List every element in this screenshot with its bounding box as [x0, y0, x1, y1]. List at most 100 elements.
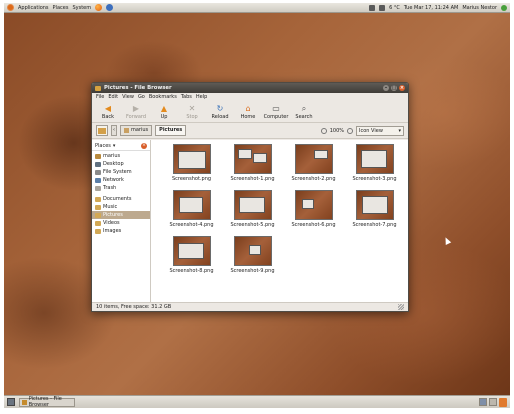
file-item[interactable]: Screenshot-7.png [344, 190, 405, 231]
folder-icon [95, 220, 101, 226]
sidebar-header[interactable]: Places ▾ × [92, 142, 150, 151]
trash-applet-icon[interactable] [499, 397, 507, 407]
reload-button[interactable]: ↻ Reload [207, 104, 233, 120]
menu-help[interactable]: Help [196, 94, 207, 100]
sidebar-item-images[interactable]: Images [92, 227, 150, 235]
menu-places[interactable]: Places [53, 5, 69, 11]
view-controls: 100% Icon View ▾ [320, 125, 404, 136]
image-thumbnail [172, 236, 211, 266]
computer-button[interactable]: ▭ Computer [263, 104, 289, 120]
location-bar: ‹ marius Pictures 100% Icon View ▾ [92, 123, 408, 139]
sidebar-header-label: Places [95, 143, 111, 149]
file-view[interactable]: Screenshot.png Screenshot-1.png Screenshot… [151, 140, 408, 302]
net-icon [95, 177, 101, 183]
bottom-panel: Pictures - File Browser [4, 395, 510, 408]
sidebar-item-file-system[interactable]: File System [92, 168, 150, 176]
help-launcher-icon[interactable] [106, 4, 114, 11]
file-name: Screenshot-8.png [169, 268, 214, 274]
forward-label: Forward [125, 113, 147, 120]
sidebar-item-desktop[interactable]: Desktop [92, 160, 150, 168]
close-button[interactable]: × [399, 85, 405, 91]
crumb-left-arrow[interactable]: ‹ [111, 125, 117, 136]
thumbnail-window [360, 150, 387, 168]
back-label: Back [101, 113, 115, 120]
file-item[interactable]: Screenshot-6.png [283, 190, 344, 231]
zoom-out-icon[interactable] [320, 127, 327, 134]
sidebar-item-network[interactable]: Network [92, 176, 150, 184]
taskbar-window-button[interactable]: Pictures - File Browser [19, 396, 75, 408]
folder-icon [95, 196, 101, 202]
file-item[interactable]: Screenshot.png [161, 144, 222, 185]
user-name[interactable]: Marius Nestor [462, 5, 497, 11]
ubuntu-logo-icon[interactable] [7, 4, 14, 11]
file-name: Screenshot-6.png [291, 222, 336, 228]
menu-go[interactable]: Go [138, 94, 145, 100]
window-titlebar[interactable]: Pictures - File Browser – □ × [92, 83, 408, 93]
firefox-launcher-icon[interactable] [95, 4, 103, 11]
taskbar-window-label: Pictures - File Browser [28, 396, 62, 408]
menu-bookmarks[interactable]: Bookmarks [149, 94, 177, 100]
back-button[interactable]: ◀ Back [95, 104, 121, 120]
clock[interactable]: Tue Mar 17, 11:24 AM [404, 5, 458, 11]
thumbnail-window [238, 197, 265, 213]
menu-view[interactable]: View [122, 94, 134, 100]
sidebar-item-pictures[interactable]: Pictures [92, 211, 150, 219]
sidebar-close-button[interactable]: × [141, 143, 147, 149]
file-item[interactable]: Screenshot-5.png [222, 190, 283, 231]
file-item[interactable]: Screenshot-4.png [161, 190, 222, 231]
show-desktop-button[interactable] [7, 398, 15, 406]
menu-applications[interactable]: Applications [18, 5, 49, 11]
workspace-2[interactable] [489, 397, 497, 406]
network-icon[interactable] [369, 4, 376, 11]
sidebar-item-marius[interactable]: marius [92, 152, 150, 160]
crumb-marius[interactable]: marius [120, 125, 153, 136]
maximize-button[interactable]: □ [391, 85, 397, 91]
file-item[interactable]: Screenshot-8.png [161, 236, 222, 277]
zoom-level[interactable]: 100% [330, 128, 344, 134]
chevron-down-icon: ▾ [112, 143, 116, 149]
resize-grip[interactable] [398, 304, 404, 310]
sidebar-list: marius Desktop File System Network Trash Docu… [92, 152, 150, 235]
toolbar: ◀ Back ▶ Forward ▲ Up ✕ Stop ↻ Reload ⌂ Home ▭ Comput… [92, 101, 408, 123]
sidebar-item-videos[interactable]: Videos [92, 219, 150, 227]
image-thumbnail [355, 144, 394, 174]
image-thumbnail [172, 144, 211, 174]
power-icon[interactable] [501, 4, 507, 11]
search-button[interactable]: ⌕ Search [291, 104, 317, 120]
workspace-1[interactable] [479, 397, 487, 406]
stop-button[interactable]: ✕ Stop [179, 104, 205, 120]
folder-icon [22, 399, 27, 405]
forward-button[interactable]: ▶ Forward [123, 104, 149, 120]
file-name: Screenshot.png [171, 176, 212, 182]
menu-file[interactable]: File [96, 94, 104, 100]
up-arrow-icon: ▲ [160, 103, 168, 113]
menu-system[interactable]: System [72, 5, 91, 11]
back-arrow-icon: ◀ [104, 103, 112, 113]
up-button[interactable]: ▲ Up [151, 104, 177, 120]
image-thumbnail [233, 190, 272, 220]
zoom-in-icon[interactable] [347, 127, 353, 134]
toggle-location-button[interactable] [96, 125, 108, 136]
file-item[interactable]: Screenshot-3.png [344, 144, 405, 185]
sidebar-item-documents[interactable]: Documents [92, 195, 150, 203]
view-mode-select[interactable]: Icon View ▾ [356, 125, 404, 136]
thumbnail-window [177, 151, 206, 169]
sidebar-item-trash[interactable]: Trash [92, 184, 150, 192]
crumb-pictures[interactable]: Pictures [155, 125, 187, 136]
workspace-switcher [479, 397, 507, 407]
chevron-down-icon: ▾ [398, 127, 401, 134]
image-thumbnail [233, 236, 272, 266]
weather-label[interactable]: 6 °C [389, 5, 400, 11]
sidebar-item-music[interactable]: Music [92, 203, 150, 211]
file-item[interactable]: Screenshot-1.png [222, 144, 283, 185]
file-item[interactable]: Screenshot-2.png [283, 144, 344, 185]
window-controls: – □ × [383, 85, 405, 91]
home-button[interactable]: ⌂ Home [235, 104, 261, 120]
file-item[interactable]: Screenshot-9.png [222, 236, 283, 277]
menu-edit[interactable]: Edit [108, 94, 118, 100]
image-thumbnail [355, 190, 394, 220]
minimize-button[interactable]: – [383, 85, 389, 91]
volume-icon[interactable] [379, 4, 386, 11]
menu-tabs[interactable]: Tabs [181, 94, 192, 100]
image-thumbnail [294, 144, 333, 174]
